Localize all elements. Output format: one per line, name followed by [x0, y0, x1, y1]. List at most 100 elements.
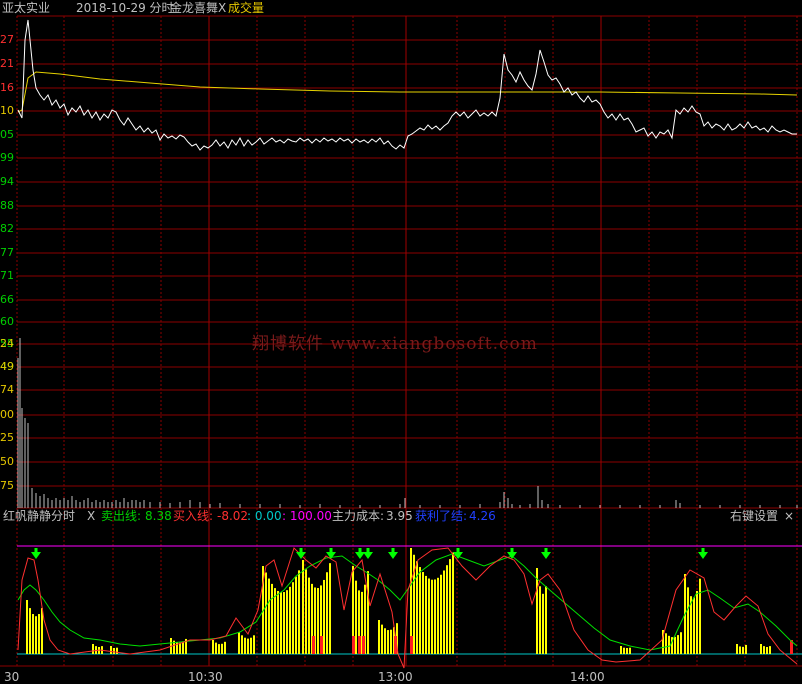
hundred-label: : 100.00 — [282, 509, 332, 523]
signal-bar — [305, 569, 307, 654]
price-tick-label: 82 — [0, 223, 14, 235]
signal-bar — [449, 559, 451, 654]
signal-bar — [241, 635, 243, 654]
signal-bar — [680, 632, 682, 654]
price-tick-label: 05 — [0, 129, 14, 141]
red-bar — [358, 636, 361, 654]
indicator-name[interactable]: 金龙喜舞 — [170, 1, 218, 15]
signal-bar — [268, 578, 270, 654]
signal-bar — [286, 590, 288, 654]
signal-bar — [283, 592, 285, 654]
signal-bar — [452, 552, 454, 654]
volume-tick-label: 00 — [0, 409, 14, 421]
signal-bar — [224, 641, 226, 654]
signal-bar — [623, 647, 625, 654]
main-cost-value: 3.95 — [386, 509, 413, 523]
signal-bar — [443, 570, 445, 654]
sell-arrow-icon — [541, 552, 551, 559]
signal-bar — [277, 590, 279, 654]
signal-bar — [545, 586, 547, 654]
signal-bar — [446, 565, 448, 654]
signal-bar — [626, 648, 628, 654]
signal-bar — [693, 597, 695, 654]
signal-bar — [419, 567, 421, 654]
signal-bar — [742, 646, 744, 654]
signal-bar — [434, 579, 436, 654]
signal-bar — [265, 572, 267, 654]
right-click-settings[interactable]: 右键设置 — [730, 509, 778, 523]
signal-bar — [769, 646, 771, 654]
signal-bar — [250, 637, 252, 654]
signal-bar — [687, 587, 689, 654]
watermark: 翔博软件 www.xiangbosoft.com — [252, 334, 538, 354]
buy-line-value: -8.02 — [217, 509, 249, 523]
price-tick-label: 94 — [0, 176, 14, 188]
signal-bar — [381, 624, 383, 654]
signal-bar — [271, 583, 273, 654]
volume-bars — [17, 338, 798, 508]
indicator-panel-name[interactable]: 红帆静静分时 — [3, 509, 75, 523]
signal-bar — [674, 636, 676, 654]
signal-bar — [387, 630, 389, 654]
signal-bar — [218, 644, 220, 654]
signal-bar — [440, 574, 442, 654]
time-label-1300: 13:00 — [378, 670, 413, 684]
signal-bar — [766, 647, 768, 654]
signal-bar — [390, 629, 392, 654]
sell-arrow-icon — [698, 552, 708, 559]
signal-bar — [247, 638, 249, 654]
signal-bar — [116, 647, 118, 654]
price-tick-label: 60 — [0, 316, 14, 328]
red-bar — [312, 636, 315, 654]
panel-close-icon[interactable]: × — [784, 509, 794, 523]
price-tick-label: 77 — [0, 247, 14, 259]
signal-bar — [539, 586, 541, 654]
signal-bar — [425, 575, 427, 654]
signal-bar — [41, 608, 43, 654]
signal-bar — [699, 578, 701, 654]
signal-bars — [26, 548, 793, 654]
red-bar — [320, 636, 323, 654]
profit-label: 获利了结: — [415, 509, 468, 523]
price-tick-label: 88 — [0, 200, 14, 212]
signal-bar — [244, 637, 246, 654]
price-tick-label: 21 — [0, 58, 14, 70]
signal-bar — [620, 646, 622, 654]
indicator-close-button[interactable]: X — [218, 1, 226, 15]
sell-arrow-icon — [355, 552, 365, 559]
signal-bar — [295, 576, 297, 654]
buy-line-label: 买入线: — [173, 509, 214, 523]
signal-bar — [92, 644, 94, 654]
price-tick-label: 10 — [0, 105, 14, 117]
signal-bar — [629, 647, 631, 654]
signal-bar — [665, 633, 667, 654]
signal-bar — [179, 642, 181, 654]
sell-arrow-icon — [31, 552, 41, 559]
signal-bar — [763, 646, 765, 654]
date-label: 2018-10-29 分时 — [76, 1, 174, 15]
signal-bar — [323, 579, 325, 654]
volume-tick-label: 50 — [0, 456, 14, 468]
intraday-chart-window: 亚太实业 2018-10-29 分时 金龙喜舞 X 成交量 27 21 16 10 05… — [0, 0, 802, 684]
time-label-1400: 14:00 — [570, 670, 605, 684]
signal-bar — [736, 644, 738, 654]
profit-value: 4.26 — [469, 509, 496, 523]
indicator-panel-close[interactable]: X — [87, 509, 95, 523]
signal-bar — [274, 588, 276, 654]
red-bar — [362, 636, 365, 654]
signal-bar — [221, 643, 223, 654]
signal-bar — [38, 614, 40, 654]
signal-bar — [329, 563, 331, 654]
signal-bar — [110, 646, 112, 654]
signal-bar — [668, 635, 670, 654]
signal-bar — [35, 616, 37, 654]
signal-bar — [253, 635, 255, 654]
signal-bar — [298, 570, 300, 654]
signal-bar — [302, 560, 304, 654]
signal-bar — [536, 568, 538, 654]
sell-arrow-icon — [388, 552, 398, 559]
price-tick-label: 66 — [0, 294, 14, 306]
signal-bar — [431, 579, 433, 654]
signal-bar — [677, 635, 679, 654]
sell-arrows — [31, 548, 708, 559]
